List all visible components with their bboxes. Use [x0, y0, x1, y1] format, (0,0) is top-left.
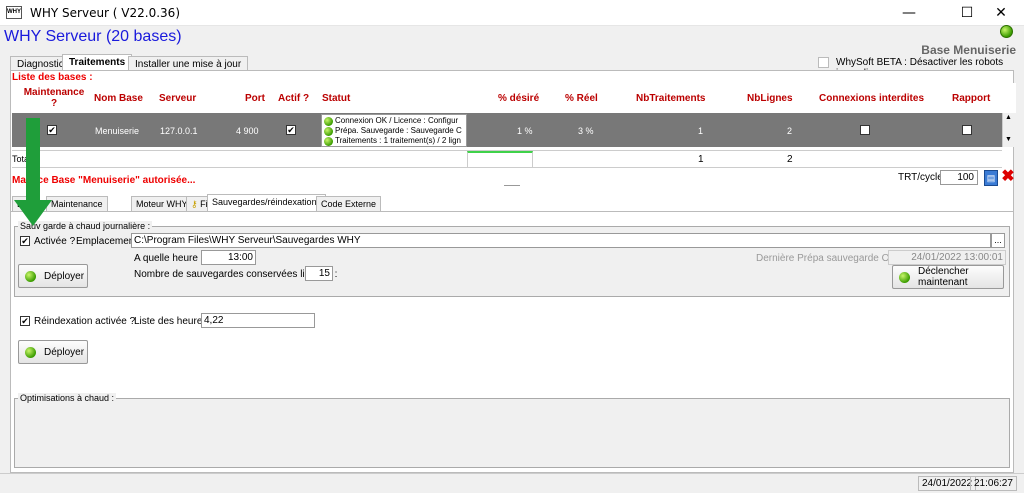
cell-nb-lignes: 2	[787, 126, 793, 136]
col-actif[interactable]: Actif ?	[278, 83, 309, 113]
cell-port: 4 900	[236, 126, 259, 136]
statut-line: Prépa. Sauvegarde : Sauvegarde C	[324, 126, 464, 136]
cell-nb-traitements: 1	[698, 126, 704, 136]
heure-input[interactable]: 13:00	[201, 250, 256, 265]
activee-label: Activée ?	[34, 236, 76, 247]
col-nb-traitements[interactable]: NbTraitements	[636, 83, 705, 113]
status-time: 21:06:27	[970, 476, 1017, 491]
annotation-arrow-icon	[14, 200, 52, 226]
subtab-moteur-why[interactable]: Moteur WHY	[131, 196, 193, 211]
rapport-checkbox[interactable]	[962, 125, 972, 135]
optimisations-groupbox	[14, 398, 1010, 468]
emplacement-input[interactable]: C:\Program Files\WHY Serveur\Sauvegardes…	[131, 233, 991, 248]
tab-installer-mise-a-jour[interactable]: Installer une mise à jour	[128, 56, 249, 71]
col-pct-reel[interactable]: % Réel	[565, 83, 598, 113]
browse-button[interactable]: ...	[991, 233, 1005, 248]
splitter-handle[interactable]	[504, 185, 520, 186]
window-title: WHY Serveur ( V22.0.36)	[30, 6, 180, 20]
statut-line: Traitements : 1 traitement(s) / 2 lign	[324, 136, 464, 146]
bases-grid-header: Maintenance ? Nom Base Serveur Port Acti…	[12, 83, 1016, 113]
scroll-down-icon[interactable]: ▼	[1003, 135, 1014, 145]
reindexation-label: Réindexation activée ?	[34, 316, 136, 327]
delete-icon[interactable]: ✖	[1000, 169, 1016, 186]
cell-nom-base: Menuiserie	[95, 126, 140, 136]
app-title: WHY Serveur (20 bases)	[4, 28, 182, 45]
deployer-reindex-button[interactable]: Déployer	[18, 340, 88, 364]
total-nb-lignes: 2	[787, 154, 793, 165]
col-statut[interactable]: Statut	[322, 83, 350, 113]
progress-cell	[467, 151, 533, 167]
trt-cycle-input[interactable]: 100	[940, 170, 978, 185]
status-ok-icon	[324, 126, 333, 136]
app-icon: WHY	[6, 6, 22, 19]
cell-serveur: 127.0.0.1	[160, 126, 198, 136]
table-row[interactable]: ✔ Menuiserie 127.0.0.1 4 900 ✔ 1 % 3 % 1…	[12, 113, 1002, 147]
subtab-sauvegardes[interactable]: Sauvegardes/réindexations	[207, 194, 327, 211]
nb-sauvegardes-input[interactable]: 15	[305, 266, 333, 281]
col-port[interactable]: Port	[245, 83, 265, 113]
subtab-maintenance[interactable]: Maintenance	[46, 196, 108, 211]
derniere-prepa-label: Dernière Prépa sauvegarde OK :	[756, 253, 902, 264]
close-button[interactable]: ✕	[978, 0, 1024, 26]
actif-checkbox[interactable]: ✔	[286, 125, 296, 135]
minimize-button[interactable]: —	[886, 0, 932, 26]
base-name-label: Base Menuiserie	[921, 43, 1016, 57]
status-ok-icon	[324, 116, 333, 126]
maintenance-checkbox[interactable]: ✔	[47, 125, 57, 135]
sauvegarde-activee-checkbox[interactable]: ✔	[20, 236, 30, 246]
deploy-icon	[25, 270, 36, 282]
status-date: 24/01/2022	[918, 476, 977, 491]
bases-list-label: Liste des bases :	[12, 72, 93, 83]
col-pct-desire[interactable]: % désiré	[498, 83, 539, 113]
status-ok-icon	[324, 136, 333, 146]
total-nb-traitements: 1	[698, 154, 704, 165]
deploy-icon	[25, 346, 36, 358]
cell-pct-reel: 3 %	[578, 126, 594, 136]
key-icon: ⚷	[191, 199, 198, 209]
cell-statut: Connexion OK / Licence : Configur Prépa.…	[321, 114, 467, 147]
derniere-prepa-value: 24/01/2022 13:00:01	[888, 250, 1006, 265]
optimisations-legend: Optimisations à chaud :	[18, 393, 117, 403]
deployer-sauvegarde-button[interactable]: Déployer	[18, 264, 88, 288]
annotation-arrow-shaft	[26, 118, 40, 208]
col-maintenance[interactable]: Maintenance ?	[24, 83, 85, 113]
reindexation-checkbox[interactable]: ✔	[20, 316, 30, 326]
new-document-icon[interactable]: ▤	[984, 170, 998, 186]
subtab-code-externe[interactable]: Code Externe	[316, 196, 382, 211]
scroll-up-icon[interactable]: ▲	[1003, 113, 1014, 123]
grid-scrollbar[interactable]: ▲ ▼	[1002, 113, 1014, 147]
total-row: Total 1 2	[12, 150, 1002, 168]
statut-line: Connexion OK / Licence : Configur	[324, 116, 464, 126]
beta-disable-robots-checkbox[interactable]	[818, 57, 829, 68]
status-ok-icon	[1000, 25, 1013, 38]
col-nom-base[interactable]: Nom Base	[94, 83, 143, 113]
heure-label: A quelle heure ?	[134, 253, 207, 264]
declencher-maintenant-button[interactable]: Déclencher maintenant	[892, 265, 1004, 289]
deploy-icon	[899, 271, 910, 283]
col-nb-lignes[interactable]: NbLignes	[747, 83, 793, 113]
cell-pct-desire: 1 %	[517, 126, 533, 136]
status-bar	[0, 473, 1024, 493]
liste-heures-input[interactable]: 4,22	[201, 313, 315, 328]
col-rapport[interactable]: Rapport	[952, 83, 990, 113]
col-connexions-interdites[interactable]: Connexions interdites	[819, 83, 924, 113]
tab-traitements[interactable]: Traitements	[62, 54, 133, 71]
col-serveur[interactable]: Serveur	[159, 83, 196, 113]
connexions-interdites-checkbox[interactable]	[860, 125, 870, 135]
